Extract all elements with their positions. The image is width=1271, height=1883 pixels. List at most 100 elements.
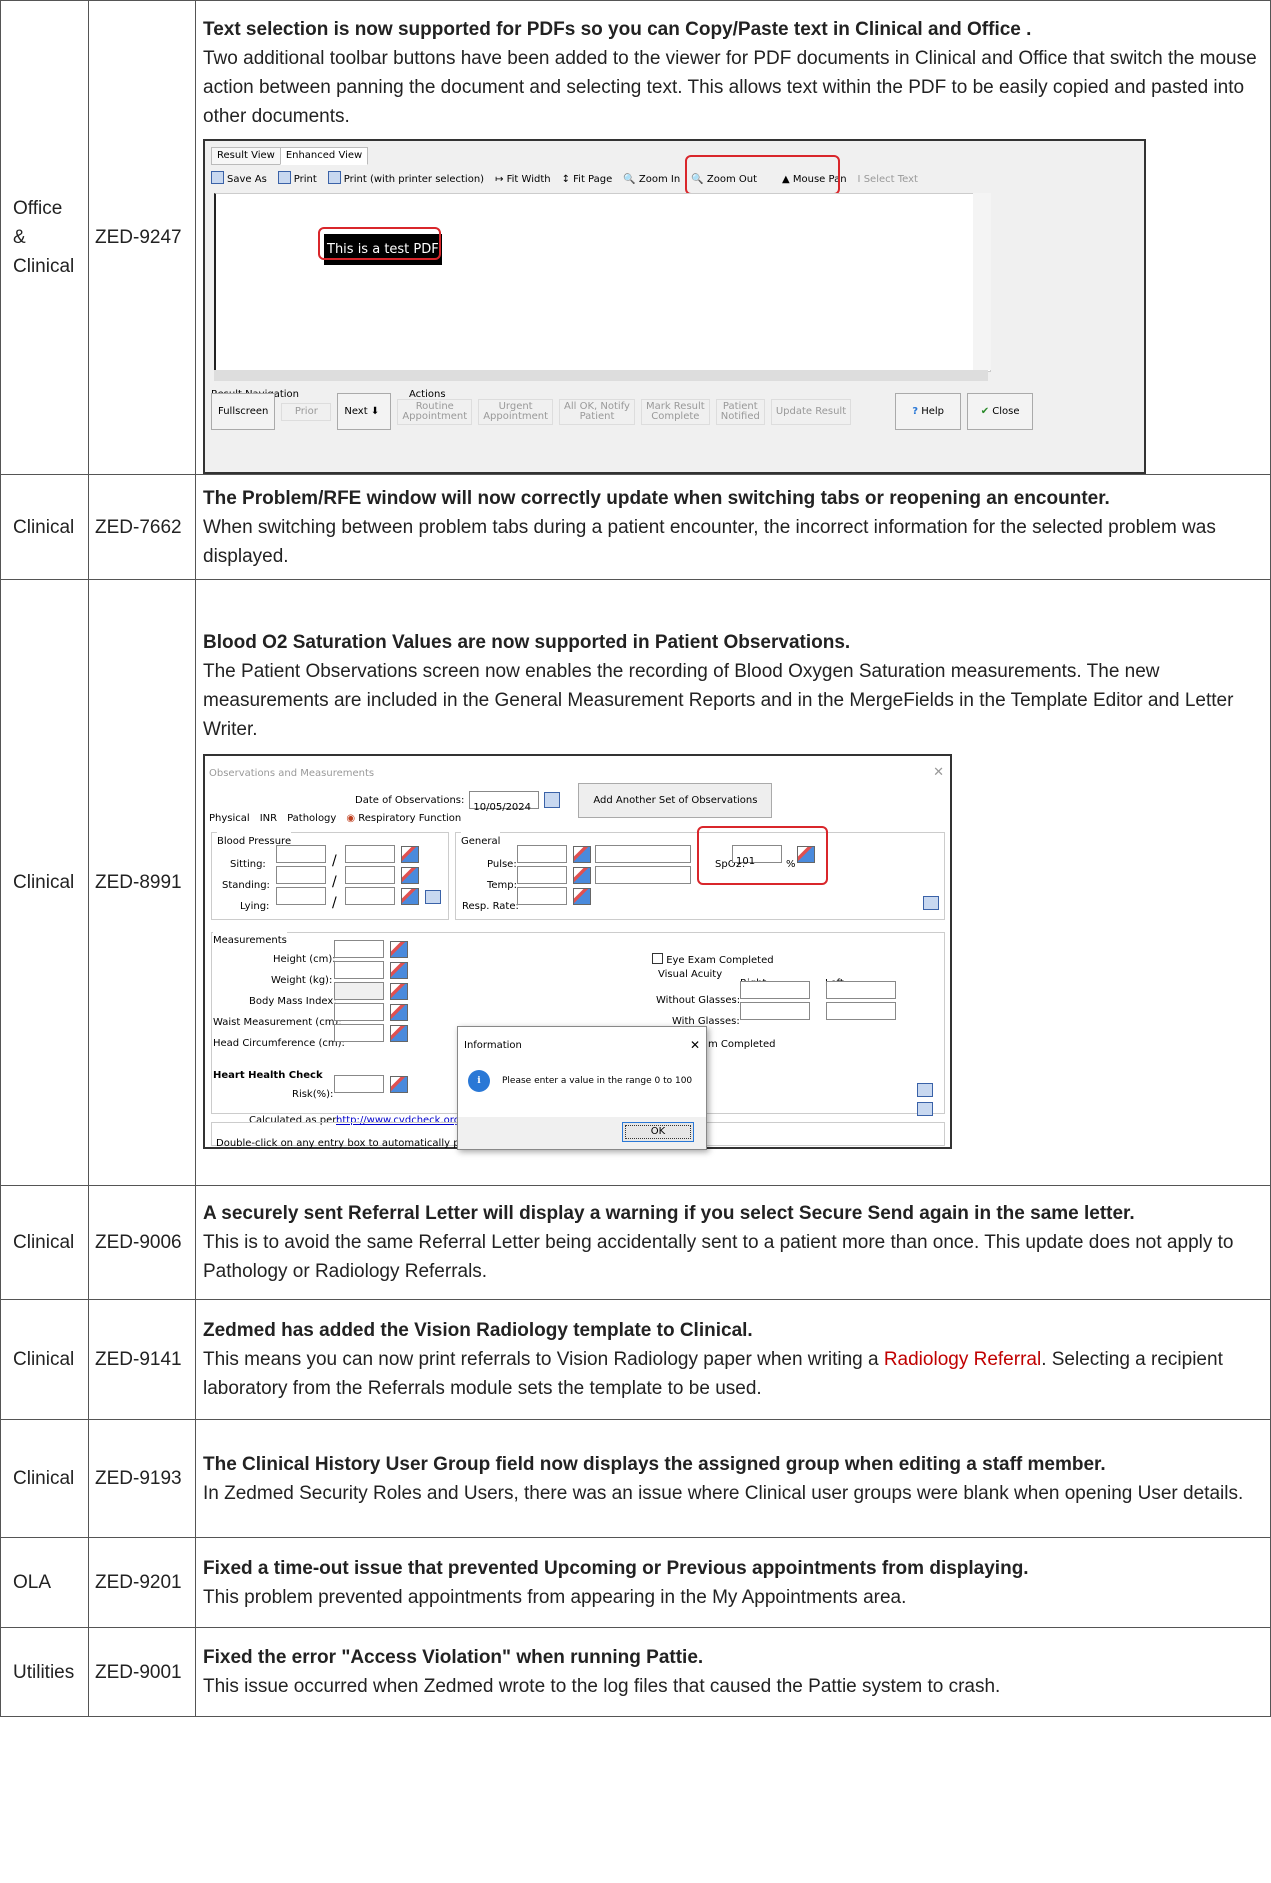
- table-row: Clinical ZED-9141 Zedmed has added the V…: [0, 1299, 1271, 1420]
- printer-icon: [327, 170, 341, 184]
- lying-diastolic-input[interactable]: [345, 886, 395, 905]
- vertical-scrollbar[interactable]: [973, 193, 991, 370]
- graph-icon[interactable]: [390, 982, 408, 1000]
- code-cell: ZED-9141: [88, 1299, 196, 1420]
- urgent-appointment-button[interactable]: Urgent Appointment: [478, 398, 554, 425]
- waist-input[interactable]: [334, 1002, 384, 1021]
- routine-appointment-button[interactable]: Routine Appointment: [397, 398, 473, 425]
- nav-buttons: Fullscreen Prior Next ⬇ Routine Appointme…: [211, 393, 1034, 430]
- area-cell: Office & Clinical: [0, 0, 89, 475]
- lying-label: Lying:: [240, 900, 270, 912]
- head-circumference-label: Head Circumference (cm):: [213, 1037, 345, 1049]
- with-glasses-left-input[interactable]: [826, 1001, 896, 1020]
- graph-icon[interactable]: [390, 1024, 408, 1042]
- table-icon[interactable]: [923, 895, 939, 910]
- visual-acuity-label: Visual Acuity: [658, 968, 723, 980]
- save-as-button[interactable]: Save As: [211, 165, 267, 194]
- table-icon[interactable]: [917, 1082, 933, 1097]
- temp-input[interactable]: [517, 865, 567, 884]
- fit-width-button[interactable]: ↦ Fit Width: [495, 165, 551, 194]
- tab-respiratory[interactable]: ◉ Respiratory Function: [346, 804, 461, 833]
- print-button[interactable]: Print: [277, 165, 317, 194]
- weight-input[interactable]: [334, 960, 384, 979]
- table-row: Clinical ZED-9006 A securely sent Referr…: [0, 1185, 1271, 1300]
- item-body: Two additional toolbar buttons have been…: [203, 48, 1257, 127]
- item-body: This problem prevented appointments from…: [203, 1586, 907, 1608]
- fit-page-button[interactable]: ↕ Fit Page: [562, 165, 613, 194]
- graph-icon[interactable]: [401, 845, 419, 863]
- description-cell: The Clinical History User Group field no…: [195, 1419, 1271, 1538]
- prior-button[interactable]: Prior: [281, 402, 332, 421]
- item-body: This issue occurred when Zedmed wrote to…: [203, 1676, 1001, 1697]
- item-body: This is to avoid the same Referral Lette…: [203, 1232, 1234, 1282]
- description-cell: Fixed a time-out issue that prevented Up…: [195, 1537, 1271, 1628]
- pdf-canvas[interactable]: This is a test PDF: [214, 193, 991, 372]
- tab-pathology[interactable]: Pathology: [287, 804, 336, 833]
- zoom-in-button[interactable]: 🔍 Zoom In: [623, 165, 680, 194]
- sitting-systolic-input[interactable]: [276, 844, 326, 863]
- item-body: The Patient Observations screen now enab…: [203, 660, 1234, 740]
- update-result-button[interactable]: Update Result: [770, 398, 852, 425]
- notify-patient-button[interactable]: All OK, Notify Patient: [559, 398, 635, 425]
- graph-icon[interactable]: [390, 1075, 408, 1093]
- item-body: In Zedmed Security Roles and Users, ther…: [203, 1482, 1244, 1504]
- item-title: Fixed a time-out issue that prevented Up…: [203, 1557, 1029, 1579]
- print-with-selection-button[interactable]: Print (with printer selection): [327, 165, 484, 194]
- mark-complete-button[interactable]: Mark Result Complete: [640, 398, 710, 425]
- add-observations-button[interactable]: Add Another Set of Observations: [578, 782, 773, 818]
- select-text-button[interactable]: I Select Text: [858, 165, 918, 194]
- graph-icon[interactable]: [573, 845, 591, 863]
- graph-icon[interactable]: [401, 887, 419, 905]
- close-icon[interactable]: ✕: [933, 758, 944, 787]
- tab-enhanced-view[interactable]: Enhanced View: [279, 147, 369, 165]
- standing-diastolic-input[interactable]: [345, 865, 395, 884]
- resp-rate-input[interactable]: [517, 886, 567, 905]
- table-row: Office & Clinical ZED-9247 Text selection…: [0, 0, 1271, 475]
- close-button[interactable]: ✔ Close: [967, 393, 1034, 430]
- height-input[interactable]: [334, 939, 384, 958]
- head-circumference-input[interactable]: [334, 1023, 384, 1042]
- graph-icon[interactable]: [401, 866, 419, 884]
- without-glasses-right-input[interactable]: [740, 980, 810, 999]
- close-icon[interactable]: ✕: [690, 1031, 700, 1060]
- patient-notified-button[interactable]: Patient Notified: [715, 398, 765, 425]
- standing-systolic-input[interactable]: [276, 865, 326, 884]
- area-text: Office &: [13, 198, 63, 248]
- code-cell: ZED-9201: [88, 1537, 196, 1628]
- graph-icon[interactable]: [390, 1003, 408, 1021]
- next-button[interactable]: Next ⬇: [337, 393, 392, 430]
- calendar-icon[interactable]: [544, 792, 561, 808]
- dialog-footer: OK: [458, 1116, 706, 1149]
- help-button[interactable]: ? Help: [895, 393, 962, 430]
- without-glasses-left-input[interactable]: [826, 980, 896, 999]
- code-cell: ZED-9193: [88, 1419, 196, 1538]
- date-field[interactable]: 10/05/2024: [469, 791, 540, 813]
- graph-icon[interactable]: [390, 940, 408, 958]
- printer-icon[interactable]: [917, 1101, 933, 1116]
- lying-systolic-input[interactable]: [276, 886, 326, 905]
- graph-icon[interactable]: [390, 961, 408, 979]
- description-cell: Zedmed has added the Vision Radiology te…: [195, 1299, 1271, 1420]
- table-icon[interactable]: [425, 889, 441, 904]
- description-cell: The Problem/RFE window will now correctl…: [195, 474, 1271, 580]
- pulse-input[interactable]: [517, 844, 567, 863]
- graph-icon[interactable]: [573, 866, 591, 884]
- pulse-dropdown[interactable]: [595, 844, 691, 863]
- item-title: The Problem/RFE window will now correctl…: [203, 487, 1110, 509]
- description-cell: Fixed the error "Access Violation" when …: [195, 1627, 1271, 1717]
- item-body: When switching between problem tabs duri…: [203, 516, 1216, 567]
- sitting-diastolic-input[interactable]: [345, 844, 395, 863]
- table-row: Clinical ZED-9193 The Clinical History U…: [0, 1419, 1271, 1538]
- exam-completed-label: m Completed: [708, 1038, 776, 1050]
- item-title: The Clinical History User Group field no…: [203, 1453, 1106, 1475]
- with-glasses-right-input[interactable]: [740, 1001, 810, 1020]
- risk-input[interactable]: [334, 1074, 384, 1093]
- graph-icon[interactable]: [573, 887, 591, 905]
- table-row: Clinical ZED-8991 Blood O2 Saturation Va…: [0, 579, 1271, 1186]
- ok-button[interactable]: OK: [622, 1121, 694, 1142]
- horizontal-scrollbar[interactable]: [214, 370, 988, 381]
- temp-dropdown[interactable]: [595, 865, 691, 884]
- tab-result-view[interactable]: Result View: [211, 147, 281, 165]
- radiology-referral-link[interactable]: Radiology Referral: [884, 1349, 1041, 1370]
- fullscreen-button[interactable]: Fullscreen: [211, 393, 276, 430]
